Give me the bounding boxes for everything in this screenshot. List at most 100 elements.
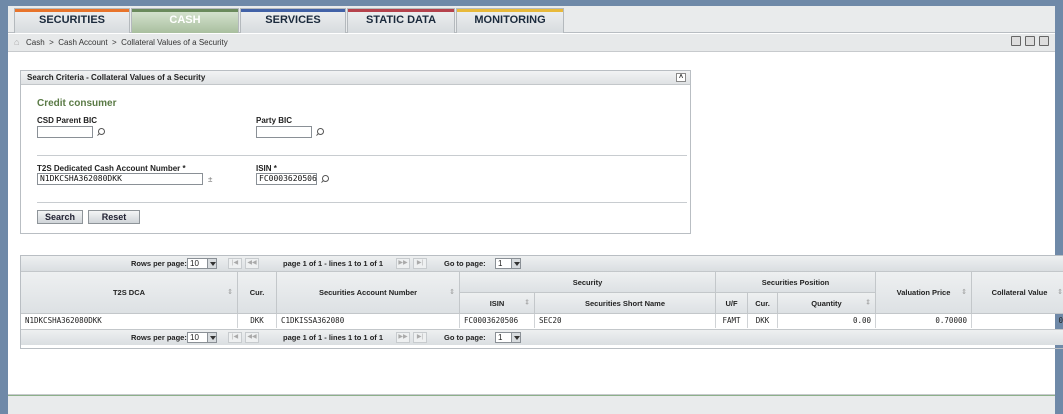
cell-securities-account: C1DKISSA362080: [277, 314, 460, 328]
column-header-short-name[interactable]: Securities Short Name: [535, 293, 716, 314]
column-header-label: Valuation Price: [896, 288, 951, 297]
tab-cash[interactable]: CASH: [131, 8, 239, 33]
info-icon: ±: [208, 175, 213, 184]
rows-per-page-select[interactable]: 10: [187, 258, 217, 269]
isin-label: ISIN *: [256, 164, 277, 173]
search-icon[interactable]: [96, 128, 105, 136]
cell-cur: DKK: [238, 314, 277, 328]
tab-label: CASH: [169, 14, 201, 26]
page-info: page 1 of 1 - lines 1 to 1 of 1: [283, 333, 384, 342]
sort-icon[interactable]: ⇕: [524, 293, 530, 314]
search-icon[interactable]: [320, 175, 329, 183]
tab-label: SECURITIES: [38, 14, 105, 26]
last-page-button[interactable]: ▶|: [413, 258, 427, 269]
page-info: page 1 of 1 - lines 1 to 1 of 1: [283, 259, 384, 268]
goto-page-label: Go to page:: [444, 259, 486, 268]
cell-t2s-dca: N1DKCSHA362080DKK: [21, 314, 238, 328]
pager-bottom: Rows per page: 10 |◀ ◀◀ page 1 of 1 - li…: [21, 329, 1063, 345]
tab-securities[interactable]: SECURITIES: [14, 8, 130, 33]
first-page-button[interactable]: |◀: [228, 258, 242, 269]
goto-page-select[interactable]: 1: [495, 332, 521, 343]
column-header-uf[interactable]: U/F: [716, 293, 748, 314]
rows-per-page-value: 10: [190, 333, 199, 342]
print-icon[interactable]: [1011, 36, 1021, 46]
reset-button[interactable]: Reset: [88, 210, 140, 224]
tab-services[interactable]: SERVICES: [240, 8, 346, 33]
last-page-button[interactable]: ▶|: [413, 332, 427, 343]
column-header-cur[interactable]: Cur.: [238, 272, 277, 314]
column-header-label: T2S DCA: [112, 288, 146, 297]
isin-input[interactable]: FC0003620506: [256, 173, 317, 185]
search-button[interactable]: Search: [37, 210, 83, 224]
column-header-label: Securities Short Name: [584, 299, 666, 308]
tab-stripe: [457, 9, 563, 12]
divider: [37, 155, 687, 156]
column-header-valuation-price[interactable]: Valuation Price ⇕: [876, 272, 972, 314]
next-page-button[interactable]: ▶▶: [396, 332, 410, 343]
rows-per-page-label: Rows per page:: [131, 259, 187, 268]
app-frame: SECURITIES CASH SERVICES STATIC DATA MON…: [0, 0, 1063, 414]
cell-valuation-price: 0.70000: [876, 314, 972, 328]
breadcrumb: Cash > Cash Account > Collateral Values …: [26, 38, 228, 47]
refresh-icon[interactable]: [1039, 36, 1049, 46]
section-title: Credit consumer: [37, 98, 117, 109]
sort-icon[interactable]: ⇕: [1057, 272, 1063, 314]
cell-position-cur: DKK: [748, 314, 778, 328]
toolbar: [1011, 36, 1049, 46]
next-page-button[interactable]: ▶▶: [396, 258, 410, 269]
cash-account-input[interactable]: N1DKCSHA362080DKK: [37, 173, 203, 185]
previous-page-button[interactable]: ◀◀: [245, 332, 259, 343]
tab-static-data[interactable]: STATIC DATA: [347, 8, 455, 33]
divider: [37, 202, 687, 203]
footer-bar: [8, 394, 1055, 414]
csd-parent-bic-label: CSD Parent BIC: [37, 116, 98, 125]
column-header-label: Collateral Value: [991, 288, 1048, 297]
tab-monitoring[interactable]: MONITORING: [456, 8, 564, 33]
sort-icon[interactable]: ⇕: [961, 272, 967, 314]
column-header-position-cur[interactable]: Cur.: [748, 293, 778, 314]
goto-page-select[interactable]: 1: [495, 258, 521, 269]
column-group-security: Security: [460, 272, 716, 293]
csd-parent-bic-input[interactable]: [37, 126, 93, 138]
party-bic-input[interactable]: [256, 126, 312, 138]
footer-divider: [8, 395, 1055, 396]
cell-short-name: SEC20: [535, 314, 716, 328]
column-header-label: U/F: [725, 299, 738, 308]
chevron-down-icon: [207, 259, 216, 268]
tab-stripe: [348, 9, 454, 12]
sort-icon[interactable]: ⇕: [227, 272, 233, 314]
tab-label: MONITORING: [474, 14, 546, 26]
column-group-securities-position: Securities Position: [716, 272, 876, 293]
column-header-quantity[interactable]: Quantity ⇕: [778, 293, 876, 314]
tab-label: SERVICES: [265, 14, 321, 26]
cash-account-label: T2S Dedicated Cash Account Number *: [37, 164, 186, 173]
column-group-label: Security: [572, 278, 603, 287]
sort-icon[interactable]: ⇕: [449, 272, 455, 314]
party-bic-label: Party BIC: [256, 116, 293, 125]
cell-isin: FC0003620506: [460, 314, 535, 328]
column-header-label: ISIN: [489, 299, 505, 308]
column-header-collateral-value[interactable]: Collateral Value ⇕: [972, 272, 1063, 314]
results-table: Rows per page: 10 |◀ ◀◀ page 1 of 1 - li…: [20, 255, 1063, 349]
column-header-label: Cur.: [755, 299, 770, 308]
goto-page-value: 1: [498, 333, 503, 342]
sort-icon[interactable]: ⇕: [865, 293, 871, 314]
panel-title: Search Criteria - Collateral Values of a…: [27, 73, 206, 82]
home-icon[interactable]: ⌂: [14, 34, 19, 51]
goto-page-label: Go to page:: [444, 333, 486, 342]
pager-top: Rows per page: 10 |◀ ◀◀ page 1 of 1 - li…: [21, 256, 1063, 272]
collapse-icon[interactable]: ˄: [676, 73, 686, 82]
save-icon[interactable]: [1025, 36, 1035, 46]
search-icon[interactable]: [315, 128, 324, 136]
panel-header: Search Criteria - Collateral Values of a…: [21, 71, 690, 85]
tab-stripe: [15, 9, 129, 12]
previous-page-button[interactable]: ◀◀: [245, 258, 259, 269]
first-page-button[interactable]: |◀: [228, 332, 242, 343]
cell-uf: FAMT: [716, 314, 748, 328]
column-header-securities-account[interactable]: Securities Account Number ⇕: [277, 272, 460, 314]
chevron-down-icon: [511, 333, 520, 342]
column-header-t2s-dca[interactable]: T2S DCA ⇕: [21, 272, 238, 314]
breadcrumb-bar: ⌂ Cash > Cash Account > Collateral Value…: [8, 34, 1055, 52]
column-header-isin[interactable]: ISIN ⇕: [460, 293, 535, 314]
rows-per-page-select[interactable]: 10: [187, 332, 217, 343]
